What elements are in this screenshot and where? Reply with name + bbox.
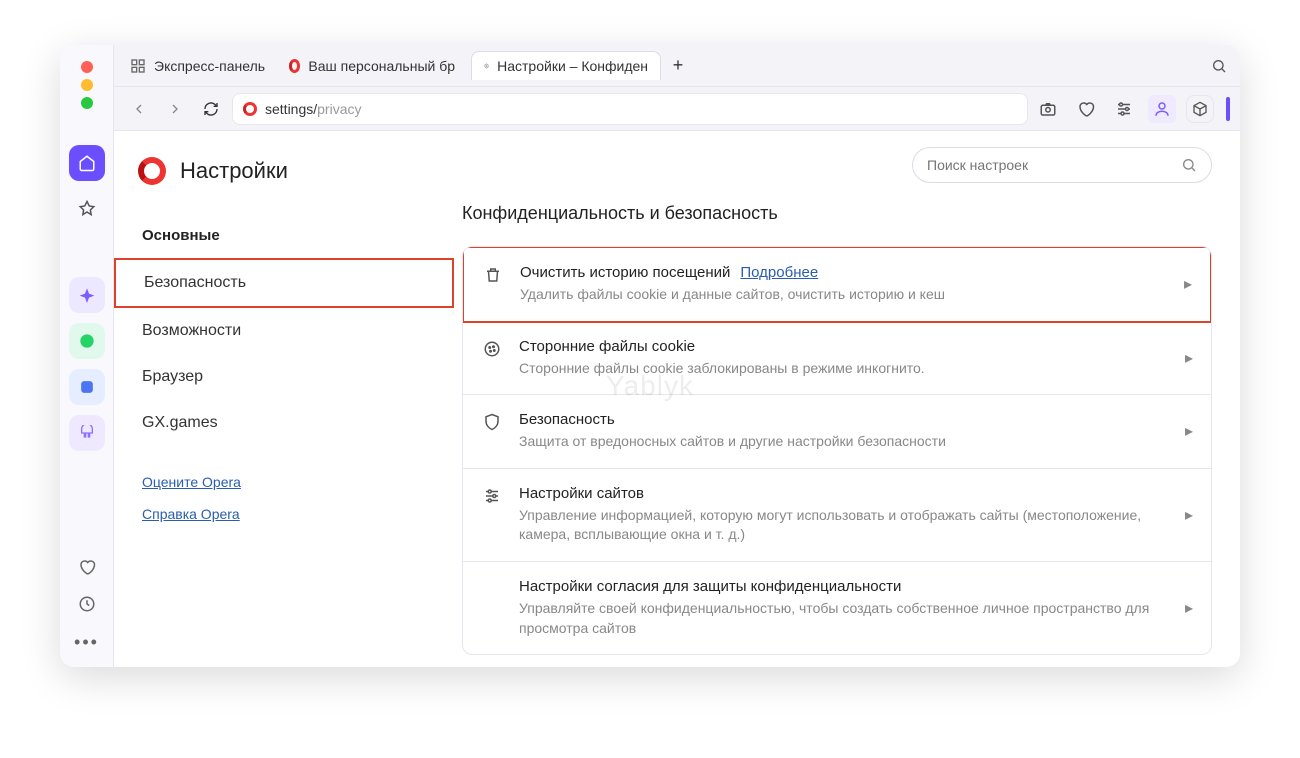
sidebar-rail: •••	[60, 45, 114, 667]
settings-header: Настройки	[114, 151, 454, 213]
tab-personal[interactable]: Ваш персональный бр	[277, 52, 467, 80]
tab-bar: Экспресс-панель Ваш персональный бр Наст…	[114, 45, 1240, 87]
rail-pinboard-icon[interactable]	[69, 191, 105, 227]
heart-button[interactable]	[1072, 95, 1100, 123]
cookie-icon	[481, 340, 503, 358]
nav-heading: Основные	[114, 213, 454, 258]
rail-home-icon[interactable]	[69, 145, 105, 181]
speed-dial-button[interactable]: Экспресс-панель	[122, 58, 273, 74]
rail-aria-icon[interactable]	[69, 277, 105, 313]
tune-icon	[481, 487, 503, 505]
card-security[interactable]: Безопасность Защита от вредоносных сайто…	[463, 395, 1211, 469]
settings-search[interactable]	[912, 147, 1212, 183]
opera-icon	[289, 59, 300, 73]
tab-label: Ваш персональный бр	[308, 58, 455, 74]
settings-content: Конфиденциальность и безопасность Очисти…	[454, 131, 1240, 667]
card-privacy-consent[interactable]: Настройки согласия для защиты конфиденци…	[463, 562, 1211, 654]
window-controls	[81, 61, 93, 109]
profile-button[interactable]	[1148, 95, 1176, 123]
main-area: Экспресс-панель Ваш персональный бр Наст…	[114, 45, 1240, 667]
camera-icon	[1039, 100, 1057, 118]
tab-settings[interactable]: Настройки – Конфиден	[471, 51, 661, 80]
chevron-right-icon: ▸	[1185, 421, 1193, 441]
chevron-right-icon: ▸	[1185, 348, 1193, 368]
new-tab-button[interactable]: +	[665, 53, 691, 79]
browser-window: ••• Экспресс-панель Ваш персональный бр …	[60, 45, 1240, 667]
tabs-search-button[interactable]	[1206, 53, 1232, 79]
maximize-window-button[interactable]	[81, 97, 93, 109]
user-icon	[1153, 100, 1171, 118]
nav-item-browser[interactable]: Браузер	[114, 354, 454, 400]
search-icon	[1181, 157, 1197, 173]
opera-icon	[243, 102, 257, 116]
page-title: Настройки	[180, 158, 288, 184]
settings-search-input[interactable]	[927, 157, 1171, 173]
nav-links: Оцените Opera Справка Opera	[114, 446, 454, 522]
heart-icon	[1077, 100, 1095, 118]
accent-indicator	[1226, 97, 1230, 121]
rail-music-icon[interactable]	[69, 415, 105, 451]
rail-heart-icon[interactable]	[78, 558, 96, 581]
forward-button[interactable]	[160, 94, 190, 124]
card-title-text: Очистить историю посещений	[520, 264, 730, 281]
help-opera-link[interactable]: Справка Opera	[142, 506, 426, 522]
opera-logo-icon	[138, 157, 166, 185]
cube-icon	[1192, 101, 1208, 117]
reload-button[interactable]	[196, 94, 226, 124]
toolbar-right	[1034, 95, 1230, 123]
close-window-button[interactable]	[81, 61, 93, 73]
rail-history-icon[interactable]	[78, 595, 96, 618]
section-title: Конфиденциальность и безопасность	[462, 203, 1212, 224]
settings-nav: Настройки Основные Безопасность Возможно…	[114, 131, 454, 667]
card-clear-history[interactable]: Очистить историю посещений Подробнее Уда…	[462, 246, 1212, 323]
address-bar: settings/privacy	[114, 87, 1240, 131]
shield-icon	[481, 413, 503, 431]
gear-icon	[484, 59, 489, 73]
chevron-right-icon: ▸	[1184, 274, 1192, 294]
rate-opera-link[interactable]: Оцените Opera	[142, 474, 426, 490]
privacy-cards: Очистить историю посещений Подробнее Уда…	[462, 246, 1212, 655]
card-title-text: Настройки согласия для защиты конфиденци…	[519, 578, 901, 595]
chevron-right-icon: ▸	[1185, 598, 1193, 618]
card-title-text: Сторонние файлы cookie	[519, 338, 695, 355]
nav-item-gxgames[interactable]: GX.games	[114, 400, 454, 446]
card-title-text: Безопасность	[519, 411, 615, 428]
minimize-window-button[interactable]	[81, 79, 93, 91]
card-desc: Сторонние файлы cookie заблокированы в р…	[519, 359, 1169, 379]
extensions-button[interactable]	[1186, 95, 1214, 123]
search-icon	[1211, 58, 1227, 74]
easy-setup-button[interactable]	[1110, 95, 1138, 123]
speed-dial-label: Экспресс-панель	[154, 58, 265, 74]
card-site-settings[interactable]: Настройки сайтов Управление информацией,…	[463, 469, 1211, 562]
address-field[interactable]: settings/privacy	[232, 93, 1028, 125]
trash-icon	[482, 266, 504, 284]
card-desc: Защита от вредоносных сайтов и другие на…	[519, 432, 1169, 452]
learn-more-link[interactable]: Подробнее	[740, 264, 818, 281]
card-desc: Управляйте своей конфиденциальностью, чт…	[519, 599, 1169, 638]
nav-item-features[interactable]: Возможности	[114, 308, 454, 354]
rail-whatsapp-icon[interactable]	[69, 323, 105, 359]
rail-vk-icon[interactable]	[69, 369, 105, 405]
url-text: settings/privacy	[265, 101, 362, 117]
back-button[interactable]	[124, 94, 154, 124]
grid-icon	[130, 58, 146, 74]
rail-more-icon[interactable]: •••	[74, 632, 99, 653]
card-third-party-cookies[interactable]: Сторонние файлы cookie Сторонние файлы c…	[463, 322, 1211, 396]
settings-page: Настройки Основные Безопасность Возможно…	[114, 131, 1240, 667]
chevron-right-icon: ▸	[1185, 505, 1193, 525]
card-title-text: Настройки сайтов	[519, 485, 644, 502]
snapshot-button[interactable]	[1034, 95, 1062, 123]
sliders-icon	[1115, 100, 1133, 118]
nav-item-security[interactable]: Безопасность	[114, 258, 454, 308]
card-desc: Удалить файлы cookie и данные сайтов, оч…	[520, 285, 1168, 305]
tab-label: Настройки – Конфиден	[497, 58, 648, 74]
card-desc: Управление информацией, которую могут ис…	[519, 506, 1169, 545]
